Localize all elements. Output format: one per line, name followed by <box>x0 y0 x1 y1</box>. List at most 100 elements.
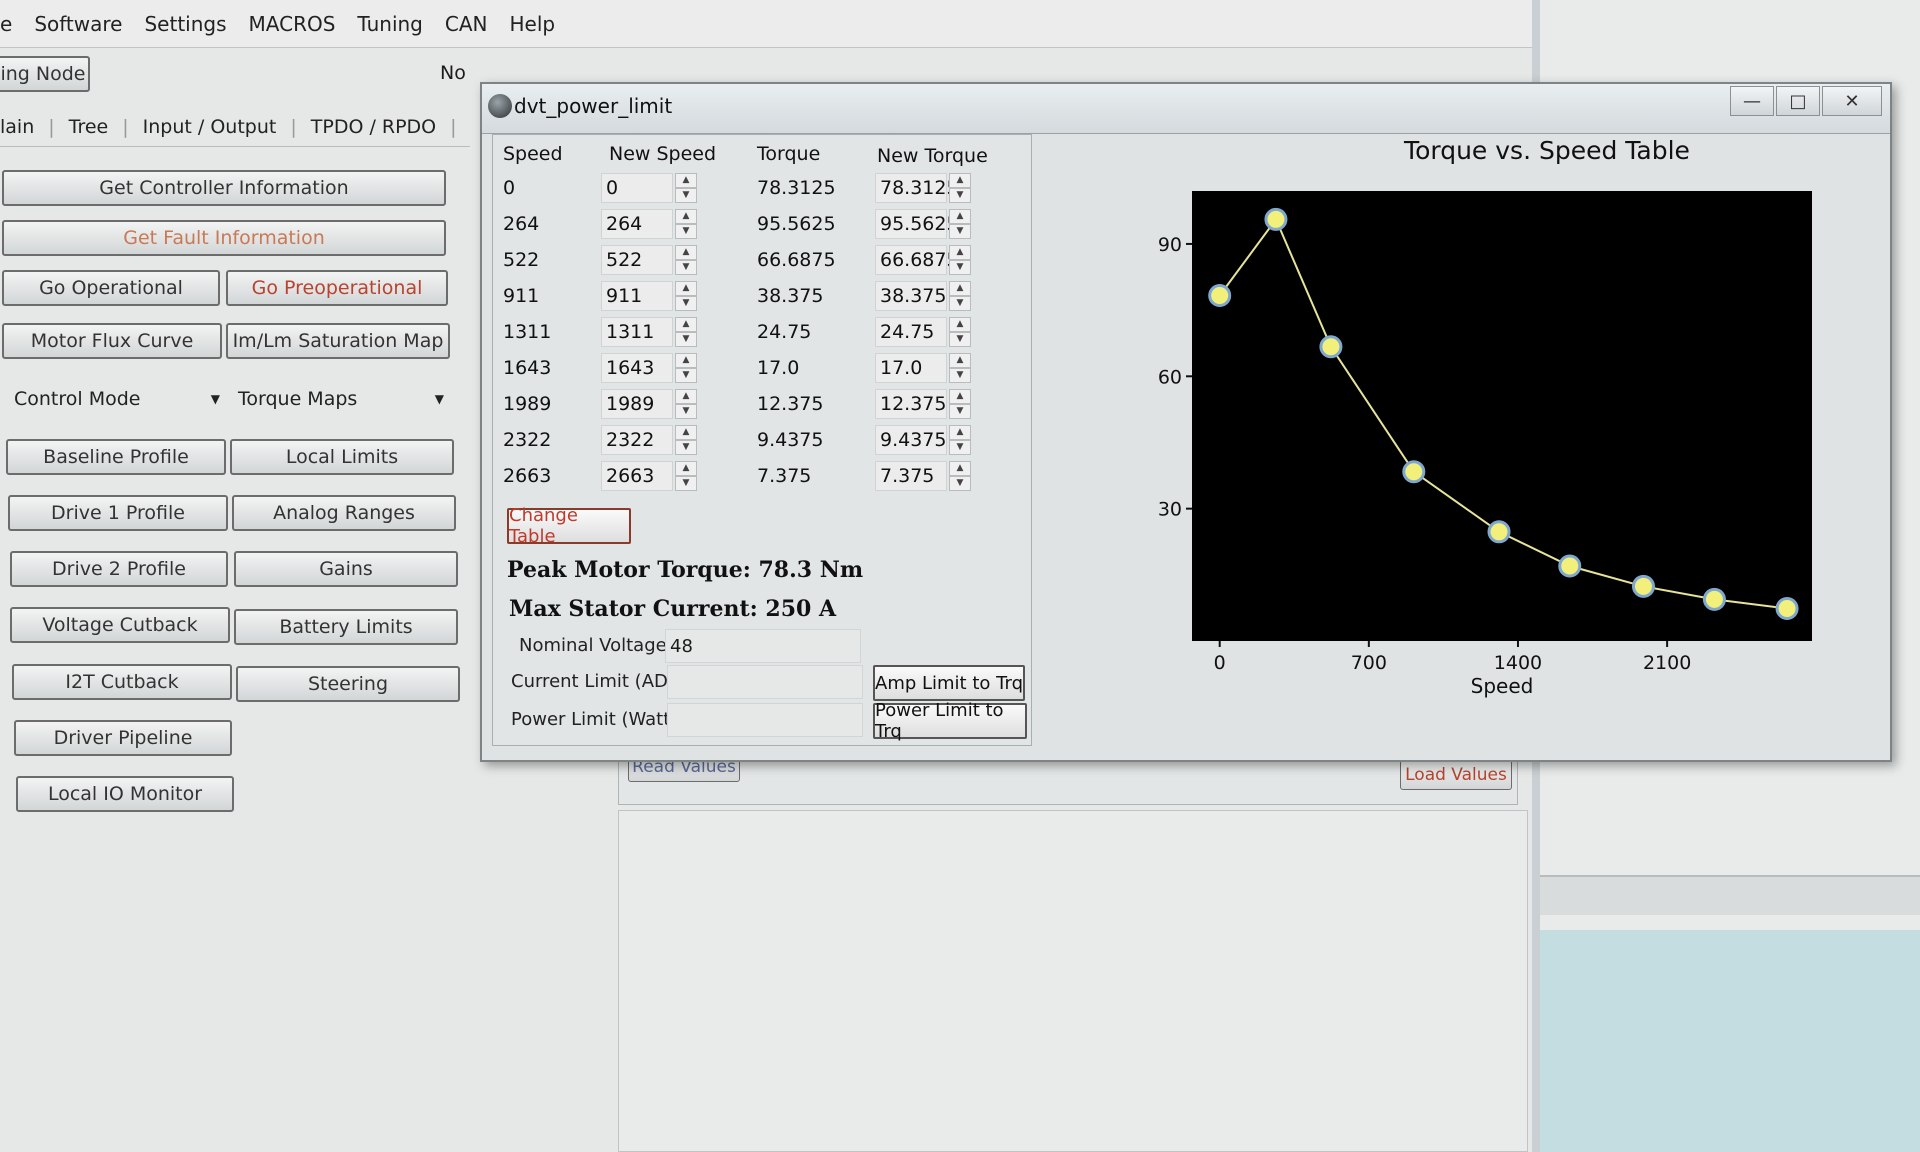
new-torque-input[interactable]: 95.5625 <box>875 209 959 239</box>
new-speed-input[interactable]: 911 <box>601 281 673 311</box>
new-speed-input[interactable]: 264 <box>601 209 673 239</box>
new-torque-spinner[interactable]: ▲ ▼ <box>949 245 971 275</box>
im-lm-saturation-map-button[interactable]: Im/Lm Saturation Map <box>226 323 450 359</box>
control-mode-dropdown[interactable]: Control Mode ▼ <box>14 384 220 414</box>
spin-down-icon[interactable]: ▼ <box>949 296 971 311</box>
new-speed-input[interactable]: 522 <box>601 245 673 275</box>
voltage-cutback-button[interactable]: Voltage Cutback <box>10 607 230 643</box>
maximize-button[interactable]: □ <box>1776 86 1820 116</box>
spin-down-icon[interactable]: ▼ <box>949 332 971 347</box>
spin-up-icon[interactable]: ▲ <box>949 461 971 476</box>
menu-item-help[interactable]: Help <box>509 12 555 36</box>
steering-button[interactable]: Steering <box>236 666 460 702</box>
spin-down-icon[interactable]: ▼ <box>949 476 971 491</box>
spin-up-icon[interactable]: ▲ <box>949 245 971 260</box>
new-speed-input[interactable]: 0 <box>601 173 673 203</box>
spin-up-icon[interactable]: ▲ <box>675 173 697 188</box>
spin-down-icon[interactable]: ▼ <box>675 404 697 419</box>
new-torque-spinner[interactable]: ▲ ▼ <box>949 209 971 239</box>
spin-up-icon[interactable]: ▲ <box>675 461 697 476</box>
spin-up-icon[interactable]: ▲ <box>949 209 971 224</box>
menu-item-can[interactable]: CAN <box>445 12 488 36</box>
close-button[interactable]: ✕ <box>1822 86 1882 116</box>
spin-up-icon[interactable]: ▲ <box>675 281 697 296</box>
new-speed-input[interactable]: 1643 <box>601 353 673 383</box>
new-speed-spinner[interactable]: ▲ ▼ <box>675 209 697 239</box>
power-limit-input[interactable] <box>667 703 863 737</box>
spin-up-icon[interactable]: ▲ <box>949 425 971 440</box>
spin-up-icon[interactable]: ▲ <box>675 317 697 332</box>
new-torque-input[interactable]: 78.3125 <box>875 173 959 203</box>
spin-up-icon[interactable]: ▲ <box>949 173 971 188</box>
new-torque-spinner[interactable]: ▲ ▼ <box>949 425 971 455</box>
new-torque-spinner[interactable]: ▲ ▼ <box>949 389 971 419</box>
spin-down-icon[interactable]: ▼ <box>949 188 971 203</box>
local-io-monitor-button[interactable]: Local IO Monitor <box>16 776 234 812</box>
go-preoperational-button[interactable]: Go Preoperational <box>226 270 448 306</box>
new-torque-spinner[interactable]: ▲ ▼ <box>949 461 971 491</box>
gains-button[interactable]: Gains <box>234 551 458 587</box>
spin-down-icon[interactable]: ▼ <box>949 368 971 383</box>
spin-up-icon[interactable]: ▲ <box>675 209 697 224</box>
tab-input-output[interactable]: Input / Output <box>143 116 277 138</box>
analog-ranges-button[interactable]: Analog Ranges <box>232 495 456 531</box>
new-torque-input[interactable]: 17.0 <box>875 353 947 383</box>
new-speed-spinner[interactable]: ▲ ▼ <box>675 317 697 347</box>
drive1-profile-button[interactable]: Drive 1 Profile <box>8 495 228 531</box>
new-speed-input[interactable]: 2322 <box>601 425 673 455</box>
new-torque-input[interactable]: 7.375 <box>875 461 947 491</box>
spin-down-icon[interactable]: ▼ <box>949 224 971 239</box>
local-limits-button[interactable]: Local Limits <box>230 439 454 475</box>
new-speed-spinner[interactable]: ▲ ▼ <box>675 425 697 455</box>
new-torque-input[interactable]: 12.375 <box>875 389 947 419</box>
amp-limit-to-trq-button[interactable]: Amp Limit to Trq <box>873 665 1025 701</box>
spin-up-icon[interactable]: ▲ <box>949 389 971 404</box>
new-torque-spinner[interactable]: ▲ ▼ <box>949 173 971 203</box>
spin-down-icon[interactable]: ▼ <box>675 332 697 347</box>
drive2-profile-button[interactable]: Drive 2 Profile <box>10 551 228 587</box>
new-torque-input[interactable]: 24.75 <box>875 317 947 347</box>
spin-down-icon[interactable]: ▼ <box>949 404 971 419</box>
new-torque-spinner[interactable]: ▲ ▼ <box>949 353 971 383</box>
get-fault-info-button[interactable]: Get Fault Information <box>2 220 446 256</box>
spin-down-icon[interactable]: ▼ <box>675 224 697 239</box>
new-torque-spinner[interactable]: ▲ ▼ <box>949 281 971 311</box>
new-torque-input[interactable]: 66.6875 <box>875 245 959 275</box>
spin-down-icon[interactable]: ▼ <box>675 440 697 455</box>
spin-down-icon[interactable]: ▼ <box>675 260 697 275</box>
spin-up-icon[interactable]: ▲ <box>675 389 697 404</box>
spin-up-icon[interactable]: ▲ <box>675 353 697 368</box>
torque-maps-dropdown[interactable]: Torque Maps ▼ <box>238 384 444 414</box>
spin-up-icon[interactable]: ▲ <box>675 245 697 260</box>
current-limit-input[interactable] <box>667 665 863 699</box>
spin-up-icon[interactable]: ▲ <box>949 317 971 332</box>
battery-limits-button[interactable]: Battery Limits <box>234 609 458 645</box>
new-torque-input[interactable]: 9.4375 <box>875 425 947 455</box>
spin-up-icon[interactable]: ▲ <box>949 281 971 296</box>
new-torque-input[interactable]: 38.375 <box>875 281 947 311</box>
spin-up-icon[interactable]: ▲ <box>675 425 697 440</box>
new-torque-spinner[interactable]: ▲ ▼ <box>949 317 971 347</box>
menu-item-settings[interactable]: Settings <box>144 12 226 36</box>
dialog-titlebar[interactable]: dvt_power_limit — □ ✕ <box>482 84 1890 134</box>
spin-down-icon[interactable]: ▼ <box>675 296 697 311</box>
new-speed-spinner[interactable]: ▲ ▼ <box>675 173 697 203</box>
spin-down-icon[interactable]: ▼ <box>949 440 971 455</box>
load-values-button[interactable]: Load Values <box>1400 760 1512 790</box>
spin-down-icon[interactable]: ▼ <box>675 476 697 491</box>
new-speed-spinner[interactable]: ▲ ▼ <box>675 461 697 491</box>
nominal-voltage-input[interactable]: 48 <box>665 629 861 663</box>
menu-item-macros[interactable]: MACROS <box>249 12 336 36</box>
ping-node-button[interactable]: ing Node <box>0 56 90 92</box>
spin-down-icon[interactable]: ▼ <box>675 368 697 383</box>
minimize-button[interactable]: — <box>1730 86 1774 116</box>
get-controller-info-button[interactable]: Get Controller Information <box>2 170 446 206</box>
menu-item-tuning[interactable]: Tuning <box>357 12 422 36</box>
i2t-cutback-button[interactable]: I2T Cutback <box>12 664 232 700</box>
new-speed-input[interactable]: 1989 <box>601 389 673 419</box>
spin-up-icon[interactable]: ▲ <box>949 353 971 368</box>
power-limit-to-trq-button[interactable]: Power Limit to Trq <box>873 700 1027 742</box>
tab-main[interactable]: lain <box>0 116 34 138</box>
new-speed-spinner[interactable]: ▲ ▼ <box>675 389 697 419</box>
spin-down-icon[interactable]: ▼ <box>675 188 697 203</box>
